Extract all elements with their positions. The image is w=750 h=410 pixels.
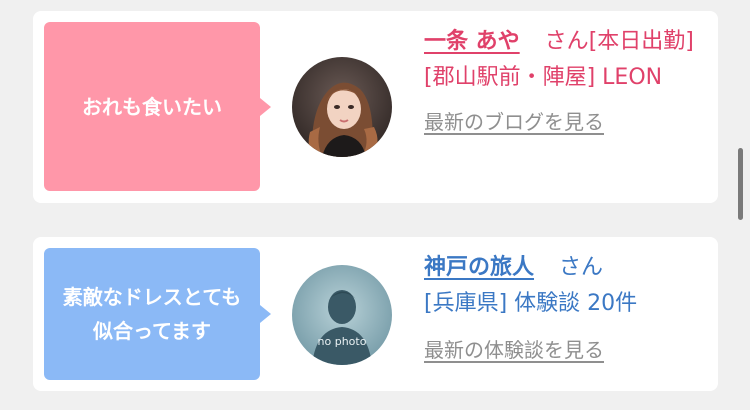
honorific: さん bbox=[544, 29, 589, 54]
cast-name-link[interactable]: 一条 あや bbox=[424, 29, 520, 54]
reviewer-info: 神戸の旅人 さん [兵庫県] 体験談 20件 最新の体験談を見る bbox=[424, 250, 714, 368]
no-photo-caption: no photo bbox=[318, 335, 367, 348]
no-photo-avatar-icon[interactable]: no photo bbox=[292, 265, 392, 365]
reviewer-location: [兵庫県] 体験談 20件 bbox=[424, 291, 638, 316]
comment-text: 素敵なドレスとても似合ってます bbox=[62, 285, 242, 343]
comment-text: おれも食いたい bbox=[82, 94, 222, 119]
latest-review-link[interactable]: 最新の体験談を見る bbox=[424, 332, 714, 368]
review-card: 素敵なドレスとても似合ってます no photo 神戸の旅人 さん [兵庫県] … bbox=[33, 237, 718, 391]
reviewer-info: 一条 あや さん[本日出勤] [郡山駅前・陣屋] LEON 最新のブログを見る bbox=[424, 24, 714, 140]
latest-blog-link[interactable]: 最新のブログを見る bbox=[424, 104, 714, 140]
review-card: おれも食いたい 一条 あや さん[本日出勤] [郡山駅前・陣屋] LEON 最新… bbox=[33, 11, 718, 203]
shop-location: [郡山駅前・陣屋] LEON bbox=[424, 65, 663, 90]
photo-woman-avatar-icon[interactable] bbox=[292, 57, 392, 157]
reviewer-name-link[interactable]: 神戸の旅人 bbox=[424, 255, 534, 280]
comment-bubble: おれも食いたい bbox=[44, 22, 271, 191]
scrollbar[interactable] bbox=[738, 148, 743, 220]
attendance-status: [本日出勤] bbox=[588, 29, 694, 54]
honorific: さん bbox=[559, 255, 604, 280]
comment-bubble: 素敵なドレスとても似合ってます bbox=[44, 248, 271, 380]
